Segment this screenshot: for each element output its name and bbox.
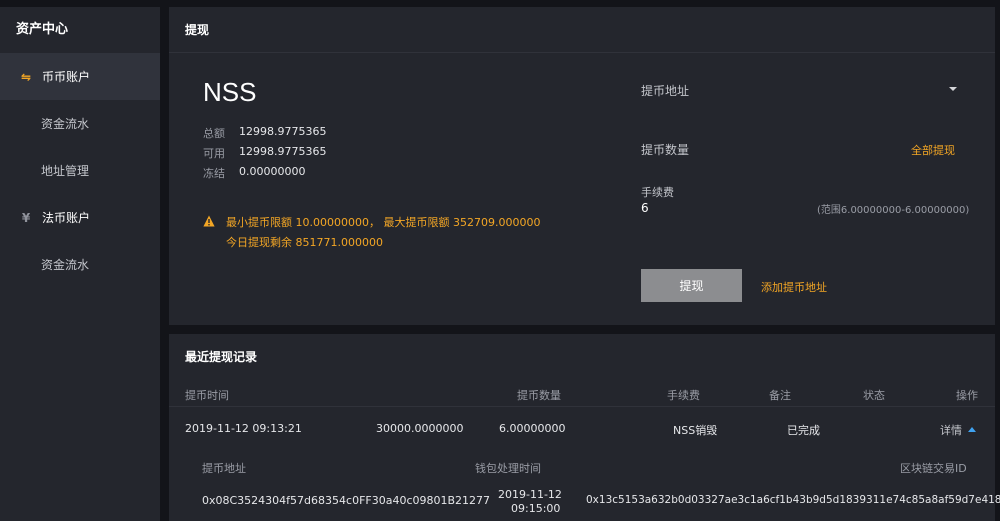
address-label: 提币地址 <box>641 84 690 98</box>
fee-label: 手续费 <box>641 186 674 199</box>
detail-wallet-time-label: 钱包处理时间 <box>475 462 541 475</box>
warning-remaining: 今日提现剩余 851771.000000 <box>226 236 383 249</box>
withdraw-title: 提现 <box>169 7 995 53</box>
warning-icon <box>203 215 215 227</box>
detail-txid-label: 区块链交易ID <box>900 462 967 475</box>
fee-range: (范围6.00000000-6.00000000) <box>817 205 970 216</box>
yen-icon: ¥ <box>21 210 31 225</box>
add-address-link[interactable]: 添加提币地址 <box>761 279 827 295</box>
row-status: 已完成 <box>787 424 820 437</box>
coin-name: NSS <box>203 77 257 107</box>
detail-address-label: 提币地址 <box>202 462 246 475</box>
records-table-header: 提币时间 提币数量 手续费 备注 状态 操作 <box>169 381 995 407</box>
detail-txid: 0x13c5153a632b0d03327ae3c1a6cf1b43b9d5d1… <box>586 494 1000 506</box>
detail-address: 0x08C3524304f57d68354c0FF30a40c09801B212… <box>202 494 491 507</box>
header-remark: 备注 <box>769 389 791 402</box>
sidebar-item-coin-flow[interactable]: 资金流水 <box>0 100 160 147</box>
swap-arrows-icon: ⇋ <box>20 69 32 84</box>
header-fee: 手续费 <box>667 389 700 402</box>
row-amount: 30000.0000000 <box>376 422 464 435</box>
balance-value: 12998.9775365 <box>239 125 327 138</box>
sidebar-item-address-manage[interactable]: 地址管理 <box>0 147 160 194</box>
balance-total: 总额 12998.9775365 <box>203 125 326 141</box>
row-fee: 6.00000000 <box>499 422 566 435</box>
amount-label: 提币数量 <box>641 143 690 157</box>
balance-value: 0.00000000 <box>239 165 306 178</box>
withdraw-button[interactable]: 提现 <box>641 269 742 302</box>
balance-frozen: 冻结 0.00000000 <box>203 165 305 181</box>
warning-limits: 最小提币限额 10.00000000， 最大提币限额 352709.000000 <box>226 216 541 229</box>
detail-wallet-date: 2019-11-12 <box>498 488 562 501</box>
balance-label: 冻结 <box>203 167 225 180</box>
header-action: 操作 <box>956 389 978 402</box>
limit-warning: 最小提币限额 10.00000000， 最大提币限额 352709.000000… <box>203 214 540 254</box>
balance-label: 可用 <box>203 147 225 160</box>
row-detail-toggle[interactable]: 详情 <box>940 422 976 438</box>
sidebar-title: 资产中心 <box>16 22 69 37</box>
row-time: 2019-11-12 09:13:21 <box>185 422 302 435</box>
balance-available: 可用 12998.9775365 <box>203 145 326 161</box>
header-status: 状态 <box>863 389 885 402</box>
detail-wallet-time: 09:15:00 <box>511 502 561 515</box>
header-time: 提币时间 <box>185 389 229 402</box>
sidebar-item-coin-account[interactable]: ⇋ 币币账户 <box>0 53 160 100</box>
sidebar-item-fiat-flow[interactable]: 资金流水 <box>0 241 160 288</box>
records-title: 最近提现记录 <box>185 350 258 364</box>
sidebar-item-fiat-account[interactable]: ¥ 法币账户 <box>0 194 160 241</box>
row-detail-label: 详情 <box>940 424 962 437</box>
withdraw-all-link[interactable]: 全部提现 <box>911 142 955 158</box>
balance-label: 总额 <box>203 127 225 140</box>
sidebar-item-label: 币币账户 <box>42 70 91 84</box>
balance-value: 12998.9775365 <box>239 145 327 158</box>
table-row: 2019-11-12 09:13:21 30000.0000000 6.0000… <box>169 408 995 450</box>
records-panel: 最近提现记录 提币时间 提币数量 手续费 备注 状态 操作 2019-11-12… <box>169 334 1000 521</box>
header-amount: 提币数量 <box>517 389 561 402</box>
withdraw-panel: 提现 NSS 总额 12998.9775365 可用 12998.9775365… <box>169 7 995 325</box>
caret-up-icon <box>968 427 976 432</box>
fee-value: 6 <box>641 201 649 215</box>
row-remark: NSS销毁 <box>673 424 718 437</box>
sidebar: 资产中心 ⇋ 币币账户 资金流水 地址管理 ¥ 法币账户 资金流水 <box>0 7 160 521</box>
address-select-caret-icon[interactable] <box>949 87 957 91</box>
sidebar-item-label: 法币账户 <box>42 211 91 225</box>
